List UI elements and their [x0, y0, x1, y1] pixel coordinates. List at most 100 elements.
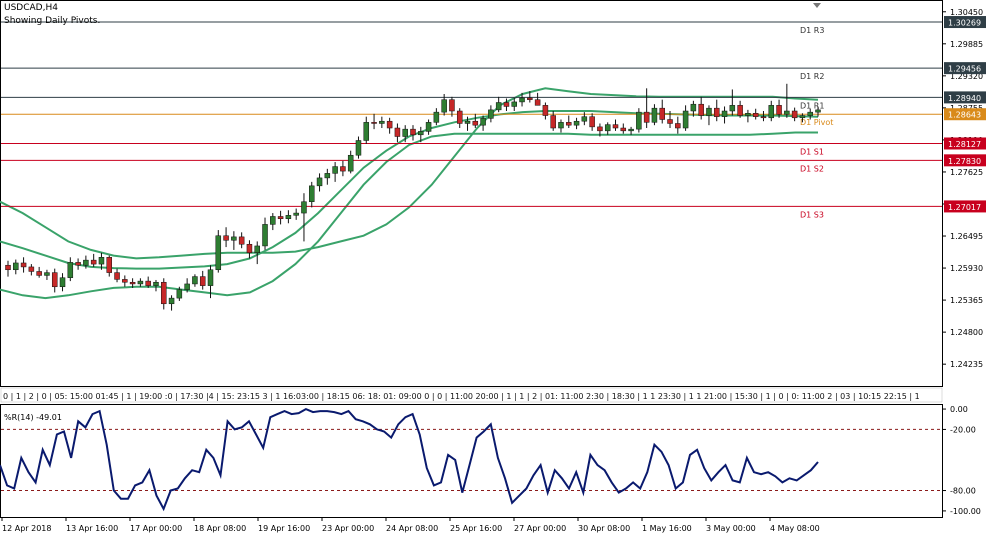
- candle-body: [324, 173, 331, 179]
- candle-body: [643, 111, 650, 123]
- candle-body: [729, 105, 736, 112]
- candle-body: [511, 101, 517, 107]
- level-name-2: D1 R1: [800, 101, 824, 110]
- level-price-label-2: 1.28940: [948, 94, 981, 103]
- candle-body: [207, 269, 214, 286]
- candle-body: [628, 128, 634, 132]
- candle-body: [114, 272, 120, 280]
- candle-body: [488, 109, 494, 119]
- candle-body: [589, 116, 595, 128]
- candle-body: [67, 262, 74, 278]
- candle-body: [597, 126, 603, 132]
- y-tick-label-7: 1.26495: [950, 232, 983, 241]
- candle-body: [355, 140, 362, 156]
- candle-body: [550, 115, 556, 129]
- candle-body: [192, 276, 198, 285]
- candle-body: [651, 107, 658, 123]
- candle-body: [714, 107, 720, 117]
- candle-body: [706, 107, 712, 116]
- candle-body: [20, 262, 27, 268]
- candle-body: [566, 122, 572, 126]
- y-tick-label-1: 1.29885: [950, 40, 983, 49]
- level-price-label-1: 1.29456: [948, 65, 981, 74]
- candle-body: [807, 111, 813, 116]
- candle-body: [122, 279, 128, 283]
- candle-body: [340, 166, 346, 172]
- candle-body: [745, 113, 751, 116]
- candle-body: [371, 122, 377, 124]
- candle-body: [690, 103, 697, 112]
- candle-body: [410, 128, 416, 136]
- y-tick-label-10: 1.24800: [950, 328, 983, 337]
- wpr-y-tick-label-1: -20.00: [950, 425, 976, 434]
- level-price-label-3: 1.28643: [948, 111, 981, 120]
- candle-body: [129, 281, 136, 285]
- candle-body: [776, 105, 782, 115]
- candle-body: [316, 177, 323, 187]
- candle-body: [98, 257, 105, 265]
- candle-body: [698, 103, 704, 116]
- candle-body: [83, 259, 89, 266]
- candle-body: [246, 243, 253, 254]
- candle-body: [799, 115, 806, 119]
- candle-body: [433, 111, 440, 123]
- wpr-title: %R(14) -49.01: [4, 413, 62, 422]
- candle-body: [90, 259, 97, 265]
- candle-body: [737, 105, 743, 116]
- x-tick-label-5: 23 Apr 00:00: [322, 524, 374, 533]
- candle-body: [768, 105, 775, 119]
- candle-body: [573, 120, 580, 126]
- level-price-label-0: 1.30269: [948, 19, 981, 28]
- x-tick-label-6: 24 Apr 08:00: [386, 524, 438, 533]
- candle-body: [13, 262, 19, 271]
- level-name-0: D1 R3: [800, 26, 824, 35]
- candle-body: [309, 185, 315, 202]
- y-tick-label-0: 1.30450: [950, 8, 983, 17]
- wpr-y-tick-label-3: -100.00: [950, 507, 981, 516]
- candle-body: [51, 272, 58, 288]
- level-name-6: D1 S3: [800, 210, 824, 219]
- x-tick-label-1: 13 Apr 16:00: [66, 524, 118, 533]
- candle-body: [36, 271, 42, 276]
- candle-body: [59, 277, 66, 288]
- candle-body: [752, 113, 759, 117]
- candle-body: [760, 116, 767, 119]
- candle-body: [659, 107, 665, 120]
- candle-body: [534, 99, 541, 106]
- candle-body: [449, 99, 455, 112]
- level-name-1: D1 R2: [800, 72, 824, 81]
- candle-body: [425, 122, 432, 132]
- candle-body: [106, 257, 112, 273]
- candle-body: [456, 110, 463, 124]
- chart-svg: D1 R3 D1 R2 D1 R1 D1 Pivot D1 S1 D1 S2 D1 S3 1…: [0, 0, 995, 543]
- candle-body: [675, 123, 681, 129]
- candle-body: [558, 122, 564, 129]
- candle-body: [784, 110, 790, 115]
- candle-body: [215, 235, 222, 271]
- candle-body: [168, 297, 175, 305]
- candle-body: [238, 236, 245, 245]
- level-name-5: D1 S2: [800, 164, 824, 173]
- x-tick-label-7: 25 Apr 16:00: [450, 524, 502, 533]
- candle-body: [480, 118, 486, 126]
- candle-body: [28, 266, 35, 272]
- candle-body: [542, 105, 549, 116]
- candle-body: [184, 283, 190, 290]
- x-tick-label-9: 30 Apr 08:00: [578, 524, 630, 533]
- chart-root: D1 R3 D1 R2 D1 R1 D1 Pivot D1 S1 D1 S2 D1 S3 1…: [0, 0, 995, 543]
- candle-body: [75, 262, 81, 266]
- candle-body: [270, 216, 276, 225]
- candle-body: [199, 276, 206, 286]
- x-tick-label-0: 12 Apr 2018: [2, 524, 51, 533]
- candle-body: [402, 128, 408, 137]
- x-tick-label-8: 27 Apr 00:00: [514, 524, 566, 533]
- candle-body: [332, 166, 338, 174]
- candle-body: [791, 110, 798, 119]
- candle-body: [503, 102, 510, 107]
- candle-body: [293, 212, 299, 216]
- x-tick-label-2: 17 Apr 00:00: [130, 524, 182, 533]
- candle-body: [815, 109, 821, 113]
- candle-body: [464, 120, 471, 124]
- candle-body: [721, 110, 728, 117]
- y-tick-label-8: 1.25930: [950, 264, 983, 273]
